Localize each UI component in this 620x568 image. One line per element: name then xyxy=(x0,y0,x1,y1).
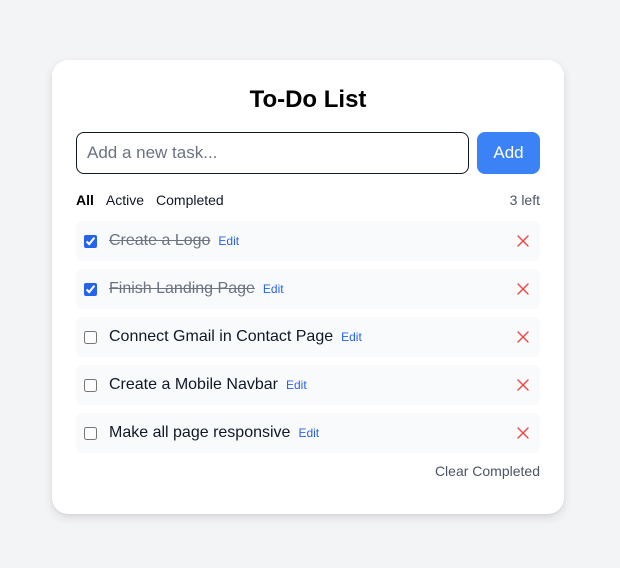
task-list: Create a Logo Edit Finish Landing Page E… xyxy=(76,221,540,453)
task-label: Connect Gmail in Contact Page xyxy=(109,328,334,345)
task-checkbox[interactable] xyxy=(84,282,97,296)
edit-link[interactable]: Edit xyxy=(286,378,307,392)
close-icon[interactable] xyxy=(516,330,530,344)
remaining-count: 3 left xyxy=(509,192,540,208)
add-task-row: Add xyxy=(76,132,540,174)
filter-tabs: All Active Completed xyxy=(76,192,224,208)
task-item: Make all page responsive Edit xyxy=(76,413,540,453)
add-button[interactable]: Add xyxy=(477,132,540,174)
close-icon[interactable] xyxy=(516,378,530,392)
close-icon[interactable] xyxy=(516,234,530,248)
task-item: Finish Landing Page Edit xyxy=(76,269,540,309)
task-checkbox[interactable] xyxy=(84,234,97,248)
edit-link[interactable]: Edit xyxy=(263,282,284,296)
task-checkbox[interactable] xyxy=(84,426,97,440)
edit-link[interactable]: Edit xyxy=(298,426,319,440)
task-checkbox[interactable] xyxy=(84,378,97,392)
filter-all[interactable]: All xyxy=(76,192,94,208)
new-task-input[interactable] xyxy=(76,132,469,174)
task-checkbox[interactable] xyxy=(84,330,97,344)
task-label: Create a Logo xyxy=(109,232,211,249)
task-label: Finish Landing Page xyxy=(109,280,255,297)
task-item: Create a Logo Edit xyxy=(76,221,540,261)
filter-row: All Active Completed 3 left xyxy=(76,191,540,209)
todo-card: To-Do List Add All Active Completed 3 le… xyxy=(52,60,564,514)
filter-active[interactable]: Active xyxy=(106,192,144,208)
task-label: Make all page responsive xyxy=(109,424,291,441)
task-label: Create a Mobile Navbar xyxy=(109,376,278,393)
close-icon[interactable] xyxy=(516,426,530,440)
page-title: To-Do List xyxy=(249,86,367,113)
close-icon[interactable] xyxy=(516,282,530,296)
task-item: Create a Mobile Navbar Edit xyxy=(76,365,540,405)
filter-completed[interactable]: Completed xyxy=(156,192,224,208)
task-item: Connect Gmail in Contact Page Edit xyxy=(76,317,540,357)
edit-link[interactable]: Edit xyxy=(218,234,239,248)
edit-link[interactable]: Edit xyxy=(341,330,362,344)
clear-completed-button[interactable]: Clear Completed xyxy=(435,463,540,479)
footer: Clear Completed xyxy=(76,463,540,481)
